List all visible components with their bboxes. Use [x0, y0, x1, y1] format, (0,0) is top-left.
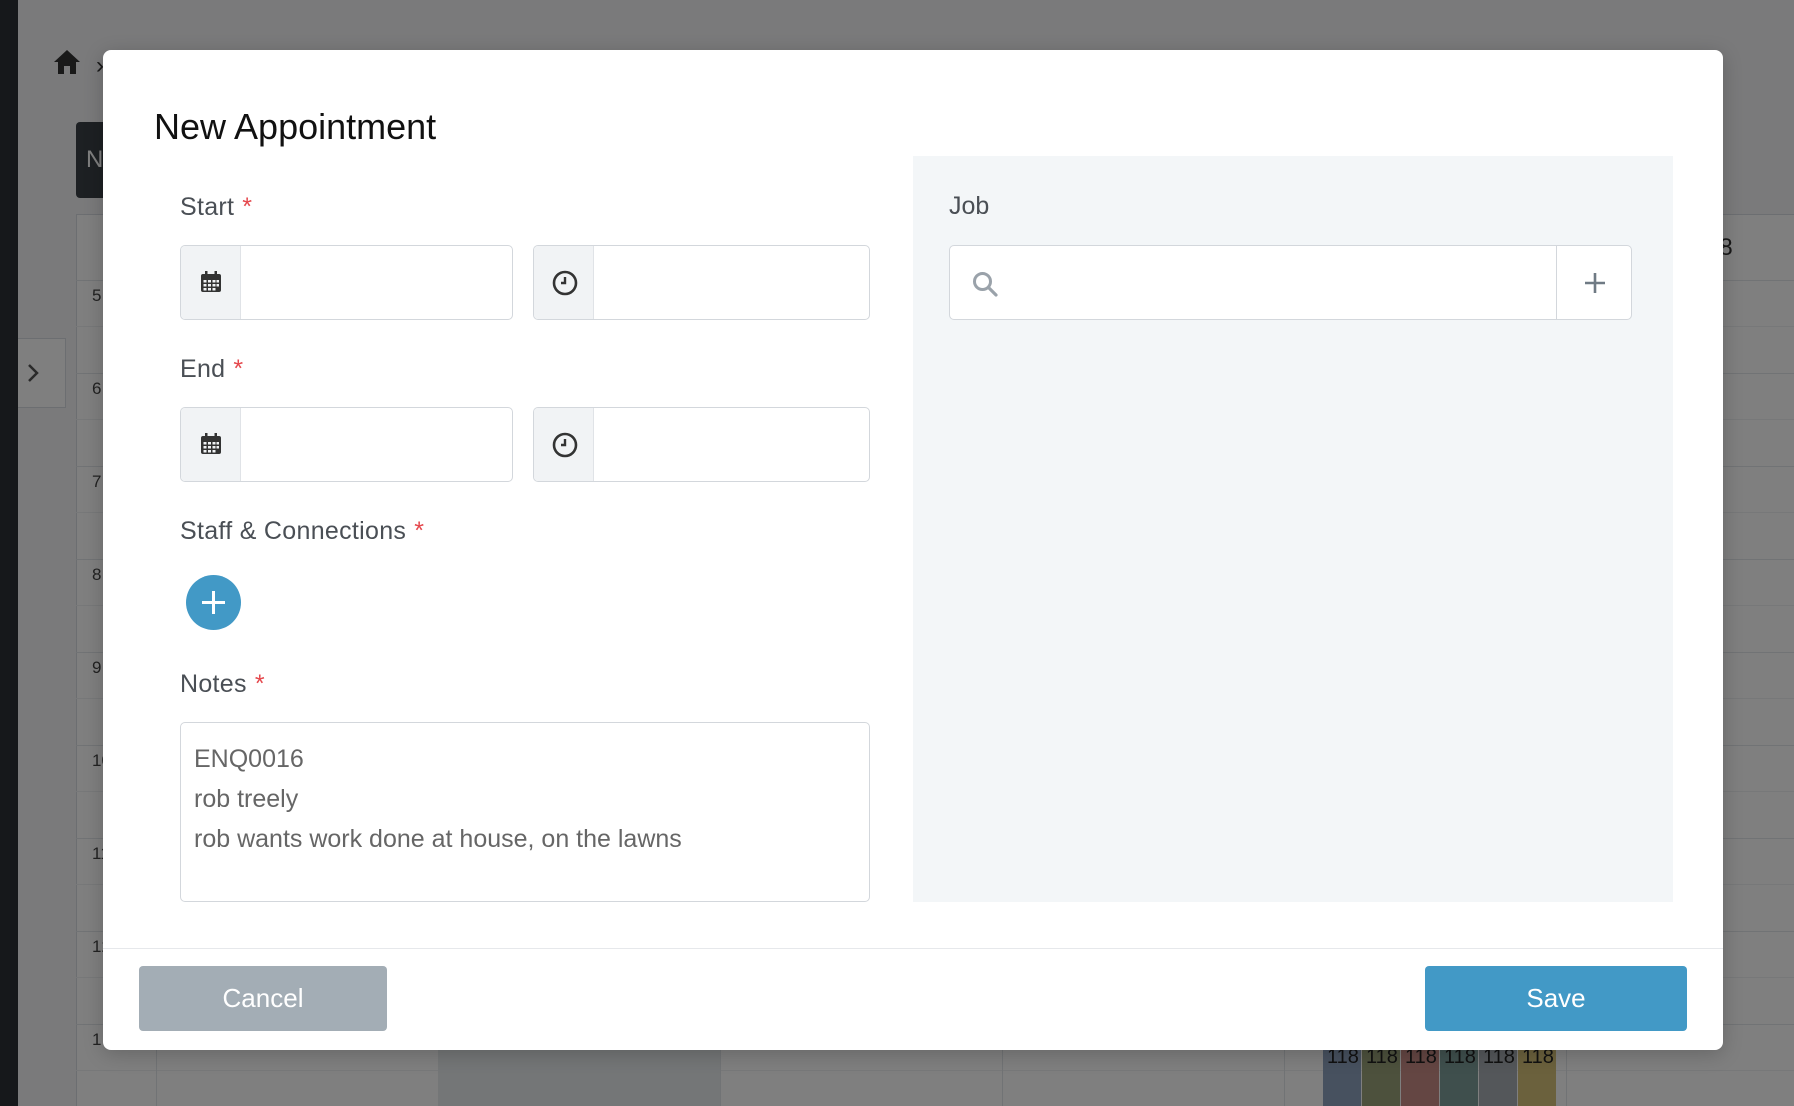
notes-line: rob treely [194, 785, 299, 813]
required-marker: * [254, 670, 265, 698]
start-time-input[interactable] [595, 246, 869, 319]
notes-label-text: Notes [180, 670, 247, 698]
required-marker: * [242, 193, 253, 221]
required-marker: * [233, 355, 244, 383]
notes-line: rob wants work done at house, on the law… [194, 825, 682, 853]
search-icon [973, 272, 998, 297]
modal-title: New Appointment [154, 106, 437, 147]
end-date-input[interactable] [242, 408, 512, 481]
plus-icon [1585, 273, 1605, 293]
plus-icon [202, 591, 225, 614]
notes-label: Notes * [180, 670, 265, 699]
start-date-input[interactable] [242, 246, 512, 319]
staff-connections-label: Staff & Connections * [180, 517, 424, 546]
save-button[interactable]: Save [1425, 966, 1687, 1031]
clock-icon[interactable] [534, 408, 594, 481]
add-staff-button[interactable] [186, 575, 241, 630]
start-label: Start * [180, 193, 252, 222]
start-time-field[interactable] [533, 245, 870, 320]
job-search-input[interactable] [1010, 246, 1550, 319]
clock-icon[interactable] [534, 246, 594, 319]
job-panel: Job [913, 156, 1673, 902]
notes-line: ENQ0016 [194, 745, 304, 773]
end-label-text: End [180, 355, 226, 383]
notes-textarea[interactable]: ENQ0016 rob treely rob wants work done a… [180, 722, 870, 902]
calendar-icon[interactable] [181, 246, 241, 319]
new-appointment-modal: New Appointment Start * End * Staff & Conn… [103, 50, 1723, 1050]
calendar-icon[interactable] [181, 408, 241, 481]
required-marker: * [414, 517, 425, 545]
end-time-input[interactable] [595, 408, 869, 481]
staff-connections-label-text: Staff & Connections [180, 517, 407, 545]
add-job-button[interactable] [1556, 245, 1632, 320]
end-label: End * [180, 355, 243, 384]
end-date-field[interactable] [180, 407, 513, 482]
cancel-button[interactable]: Cancel [139, 966, 387, 1031]
end-time-field[interactable] [533, 407, 870, 482]
job-label: Job [949, 192, 990, 220]
start-date-field[interactable] [180, 245, 513, 320]
job-search-field[interactable] [949, 245, 1557, 320]
footer-divider [103, 948, 1723, 949]
start-label-text: Start [180, 193, 235, 221]
